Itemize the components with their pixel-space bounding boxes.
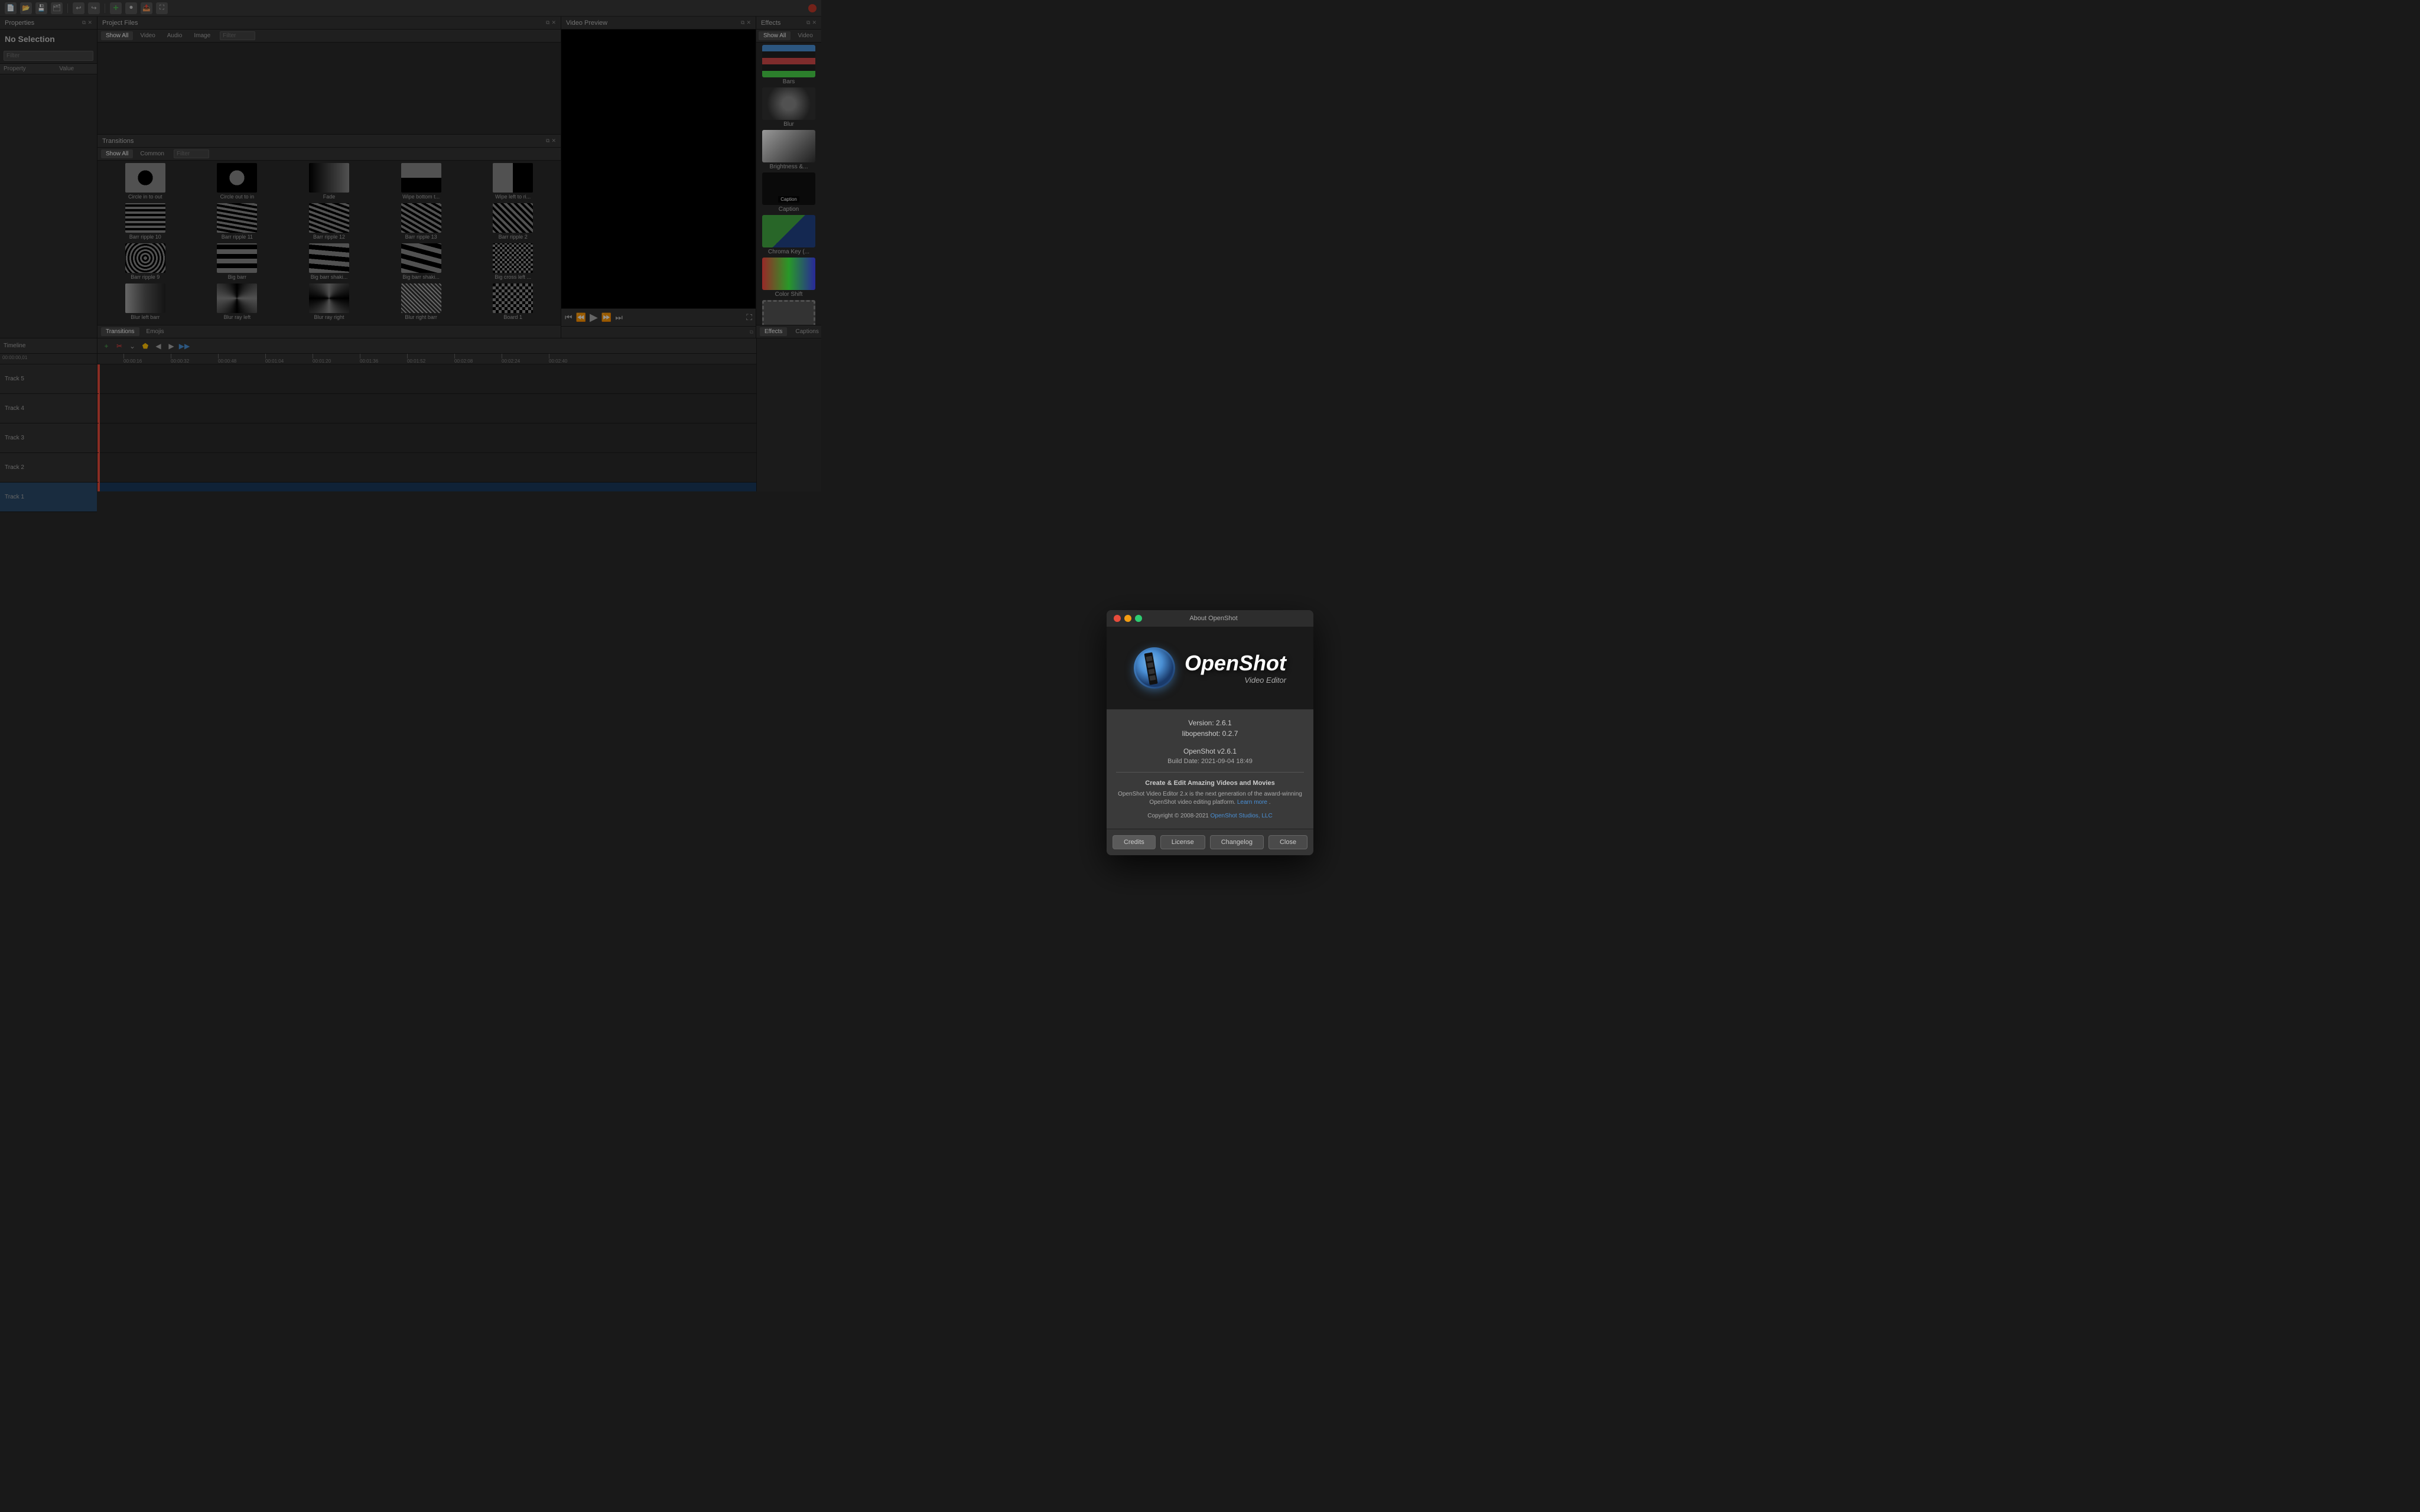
about-titlebar: About OpenShot <box>1107 610 1313 627</box>
about-copyright-link[interactable]: OpenShot Studios, LLC <box>1211 813 1273 819</box>
about-copyright-text: Copyright © 2008-2021 <box>1147 813 1209 819</box>
about-learn-more-link[interactable]: Learn more <box>1237 799 1267 806</box>
about-buttons: Credits License Changelog Close <box>1107 829 1313 855</box>
about-libopenshot: libopenshot: 0.2.7 <box>1116 729 1304 738</box>
about-changelog-button[interactable]: Changelog <box>1210 835 1264 849</box>
openshot-logo-icon <box>1134 647 1175 689</box>
about-overlay: About OpenShot <box>0 0 2420 1512</box>
about-period: . <box>1269 799 1271 806</box>
about-desc-text: OpenShot Video Editor 2.x is the next ge… <box>1118 791 1302 806</box>
about-content: Version: 2.6.1 libopenshot: 0.2.7 OpenSh… <box>1107 709 1313 829</box>
about-headline: Create & Edit Amazing Videos and Movies <box>1116 780 1304 787</box>
openshot-logo-text: OpenShot Video Editor <box>1185 651 1286 685</box>
openshot-name: OpenShot <box>1185 651 1286 676</box>
about-openshot-version: OpenShot v2.6.1 <box>1116 747 1304 755</box>
about-close-button[interactable] <box>1114 615 1121 622</box>
about-close-dialog-button[interactable]: Close <box>1268 835 1307 849</box>
about-description: OpenShot Video Editor 2.x is the next ge… <box>1116 790 1304 807</box>
about-title: About OpenShot <box>1121 615 1306 622</box>
about-copyright: Copyright © 2008-2021 OpenShot Studios, … <box>1116 813 1304 819</box>
about-build-date: Build Date: 2021-09-04 18:49 <box>1116 758 1304 765</box>
about-license-button[interactable]: License <box>1160 835 1205 849</box>
about-dialog: About OpenShot <box>1107 610 1313 855</box>
about-credits-button[interactable]: Credits <box>1113 835 1156 849</box>
openshot-subtitle: Video Editor <box>1185 676 1286 685</box>
about-logo: OpenShot Video Editor <box>1107 627 1313 709</box>
about-divider-1 <box>1116 772 1304 773</box>
about-version: Version: 2.6.1 <box>1116 719 1304 727</box>
